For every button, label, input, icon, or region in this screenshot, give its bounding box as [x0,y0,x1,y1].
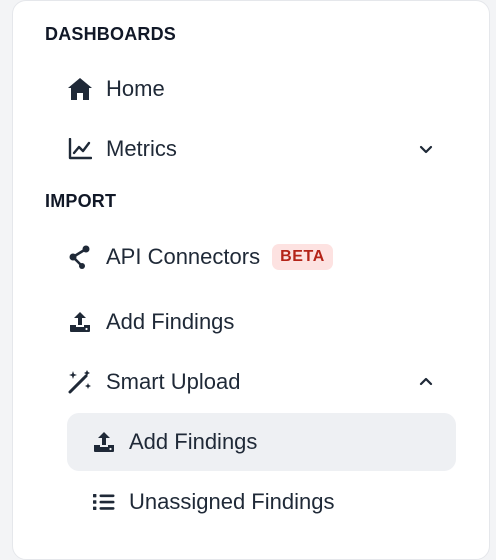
home-icon [66,75,94,103]
chart-line-icon [66,135,94,163]
chevron-down-icon[interactable] [416,139,436,159]
sidebar-item-label: Metrics [106,136,177,161]
sidebar-item-label: Home [106,76,165,101]
sidebar-item-label: Smart Upload [106,369,241,394]
beta-badge: BETA [272,244,333,270]
sidebar-item-label: Add Findings [106,309,235,334]
upload-icon [91,429,117,455]
sidebar-item-metrics[interactable]: Metrics [66,129,458,169]
sidebar-subitem-unassigned-findings[interactable]: Unassigned Findings [67,473,456,531]
sidebar-subitem-label: Add Findings [129,429,258,454]
section-title-dashboards: DASHBOARDS [45,24,177,44]
upload-icon [66,308,94,336]
list-icon [91,489,117,515]
sidebar-subitem-label: Unassigned Findings [129,489,335,514]
share-nodes-icon [66,243,94,271]
sidebar-item-add-findings[interactable]: Add Findings [66,302,458,342]
sidebar-item-home[interactable]: Home [66,69,458,109]
sidebar-subitem-add-findings[interactable]: Add Findings [67,413,456,471]
sidebar-item-label: API Connectors [106,244,261,269]
chevron-up-icon[interactable] [416,372,436,392]
section-title-import: IMPORT [45,191,117,211]
sidebar-item-api-connectors[interactable]: API Connectors BETA [66,237,458,277]
magic-wand-icon [66,368,94,396]
sidebar-item-smart-upload[interactable]: Smart Upload [66,362,458,402]
